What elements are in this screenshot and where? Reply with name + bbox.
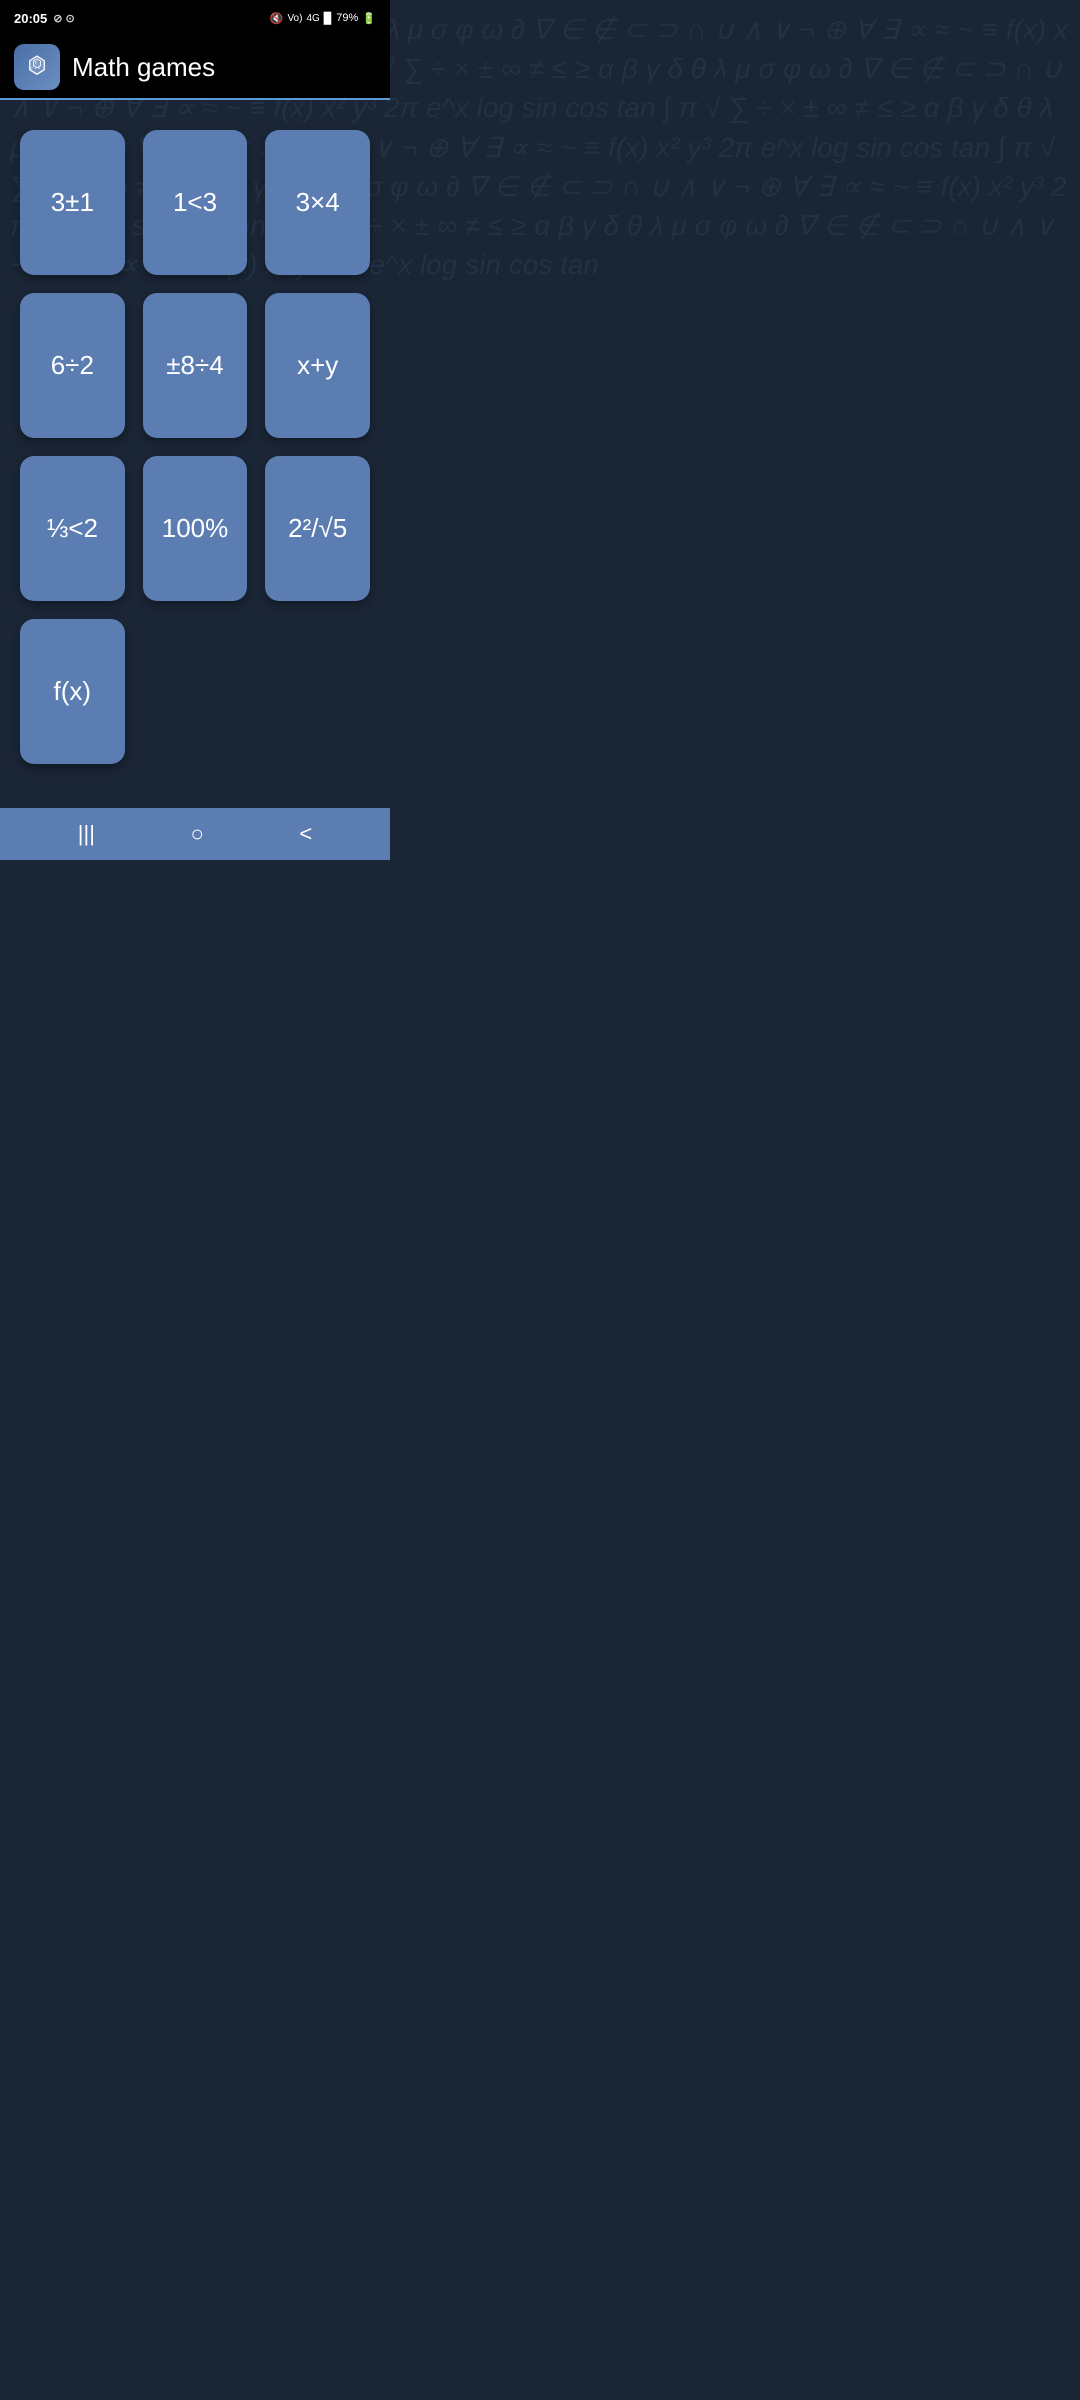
- game-btn-percentage[interactable]: 100%: [143, 456, 248, 601]
- game-btn-functions[interactable]: f(x): [20, 619, 125, 764]
- game-btn-fractions[interactable]: ⅓<2: [20, 456, 125, 601]
- game-btn-multiply[interactable]: 3×4: [265, 130, 370, 275]
- game-btn-plus-minus[interactable]: 3±1: [20, 130, 125, 275]
- recent-icon: |||: [78, 821, 95, 847]
- game-btn-divide[interactable]: 6÷2: [20, 293, 125, 438]
- game-btn-comparison[interactable]: 1<3: [143, 130, 248, 275]
- main-content: 3±11<33×4 6÷2±8÷4x+y ⅓<2100%2²/√5 f(x): [0, 100, 390, 808]
- svg-text:1: 1: [34, 66, 36, 70]
- svg-text:2: 2: [31, 66, 33, 70]
- game-btn-signed-divide[interactable]: ±8÷4: [143, 293, 248, 438]
- status-bar: 20:05 ⊘ ⊙ 🔇 Vo) 4G ▉ 79% 🔋: [0, 0, 390, 36]
- home-button[interactable]: ○: [171, 813, 224, 855]
- games-grid: 3±11<33×4 6÷2±8÷4x+y ⅓<2100%2²/√5 f(x): [20, 130, 370, 764]
- back-button[interactable]: <: [279, 813, 332, 855]
- status-icons: 🔇 Vo) 4G ▉ 79% 🔋: [270, 12, 376, 25]
- svg-text:5: 5: [38, 66, 40, 70]
- app-icon: 7 2 1 5: [14, 44, 60, 90]
- back-icon: <: [299, 821, 312, 847]
- bottom-nav: ||| ○ <: [0, 808, 390, 860]
- app-title: Math games: [72, 52, 215, 83]
- game-btn-powers-roots[interactable]: 2²/√5: [265, 456, 370, 601]
- game-btn-algebra[interactable]: x+y: [265, 293, 370, 438]
- app-header: 7 2 1 5 Math games: [0, 36, 390, 100]
- recent-apps-button[interactable]: |||: [58, 813, 115, 855]
- status-time: 20:05 ⊘ ⊙: [14, 11, 75, 26]
- home-icon: ○: [191, 821, 204, 847]
